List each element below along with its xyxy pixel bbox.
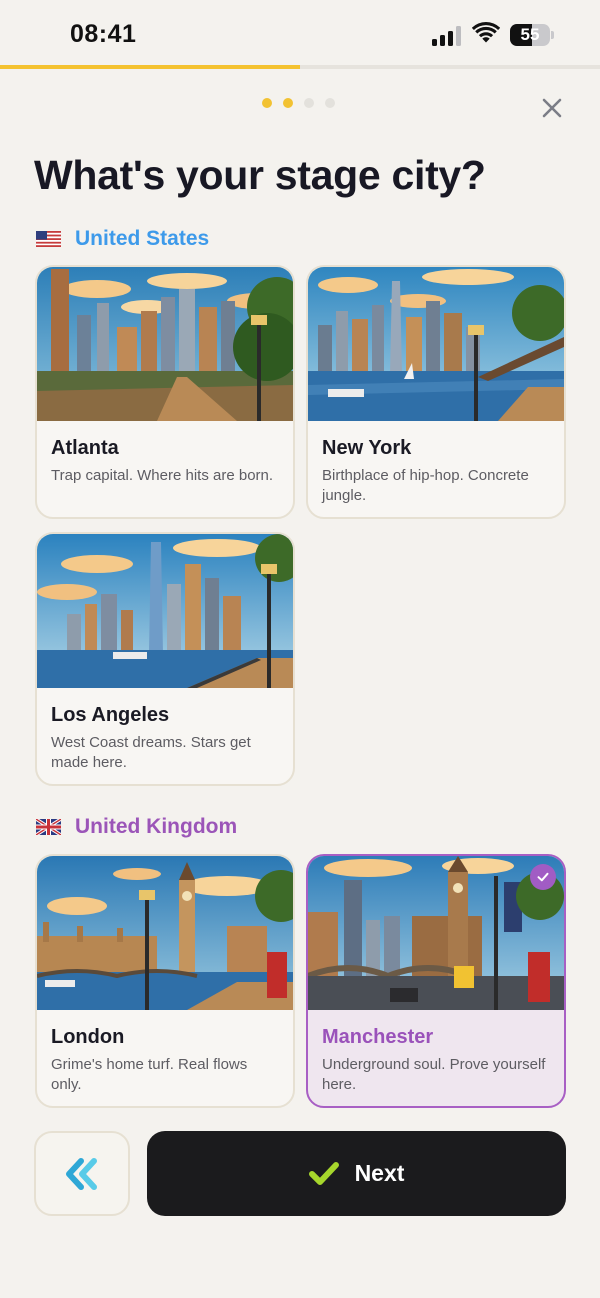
close-button[interactable] <box>536 92 568 124</box>
uk-flag-icon <box>36 819 61 835</box>
section-header-united-kingdom: United Kingdom <box>36 815 237 839</box>
new-york-image <box>308 267 564 421</box>
next-button[interactable]: Next <box>147 1131 566 1216</box>
los-angeles-image <box>37 534 293 688</box>
section-title: United States <box>75 227 210 250</box>
city-name: London <box>51 1026 125 1048</box>
atlanta-image <box>37 267 293 421</box>
status-time: 08:41 <box>70 20 137 48</box>
manchester-image <box>308 856 564 1010</box>
wifi-icon <box>472 22 500 43</box>
battery-level: 55 <box>520 25 540 44</box>
selected-check-badge <box>530 864 556 890</box>
london-image <box>37 856 293 1010</box>
city-card-los-angeles[interactable]: Los Angeles West Coast dreams. Stars get… <box>35 532 295 786</box>
city-description: Underground soul. Prove yourself here. <box>322 1056 546 1093</box>
page-title: What's your stage city? <box>34 152 486 198</box>
step-indicator <box>262 98 335 108</box>
city-description: West Coast dreams. Stars get made here. <box>51 734 251 771</box>
us-flag-icon <box>36 231 61 247</box>
city-card-london[interactable]: London Grime's home turf. Real flows onl… <box>35 854 295 1108</box>
city-name: Manchester <box>322 1026 434 1048</box>
city-name: Atlanta <box>51 437 119 459</box>
onboarding-progress-bar <box>0 65 600 69</box>
double-chevron-left-icon <box>66 1157 97 1190</box>
battery-icon: 55 <box>510 24 554 46</box>
step-dot <box>304 98 314 108</box>
city-card-atlanta[interactable]: Atlanta Trap capital. Where hits are bor… <box>35 265 295 519</box>
city-name: Los Angeles <box>51 704 170 726</box>
section-header-united-states: United States <box>36 227 209 251</box>
next-button-label: Next <box>354 1160 405 1186</box>
checkmark-icon <box>308 1161 339 1185</box>
checkmark-icon <box>537 872 549 882</box>
section-title: United Kingdom <box>75 815 238 838</box>
step-dot <box>283 98 293 108</box>
step-dot <box>262 98 272 108</box>
close-icon <box>542 98 562 118</box>
city-description: Trap capital. Where hits are born. <box>51 467 274 484</box>
city-description: Grime's home turf. Real flows only. <box>51 1056 248 1093</box>
city-card-manchester[interactable]: Manchester Underground soul. Prove yours… <box>306 854 566 1108</box>
city-card-new-york[interactable]: New York Birthplace of hip-hop. Concrete… <box>306 265 566 519</box>
cellular-signal-icon <box>432 26 462 46</box>
step-dot <box>325 98 335 108</box>
city-name: New York <box>322 437 412 459</box>
back-button[interactable] <box>34 1131 130 1216</box>
progress-fill <box>0 65 300 69</box>
city-description: Birthplace of hip-hop. Concrete jungle. <box>322 467 529 504</box>
status-bar: 08:41 55 <box>0 0 600 66</box>
